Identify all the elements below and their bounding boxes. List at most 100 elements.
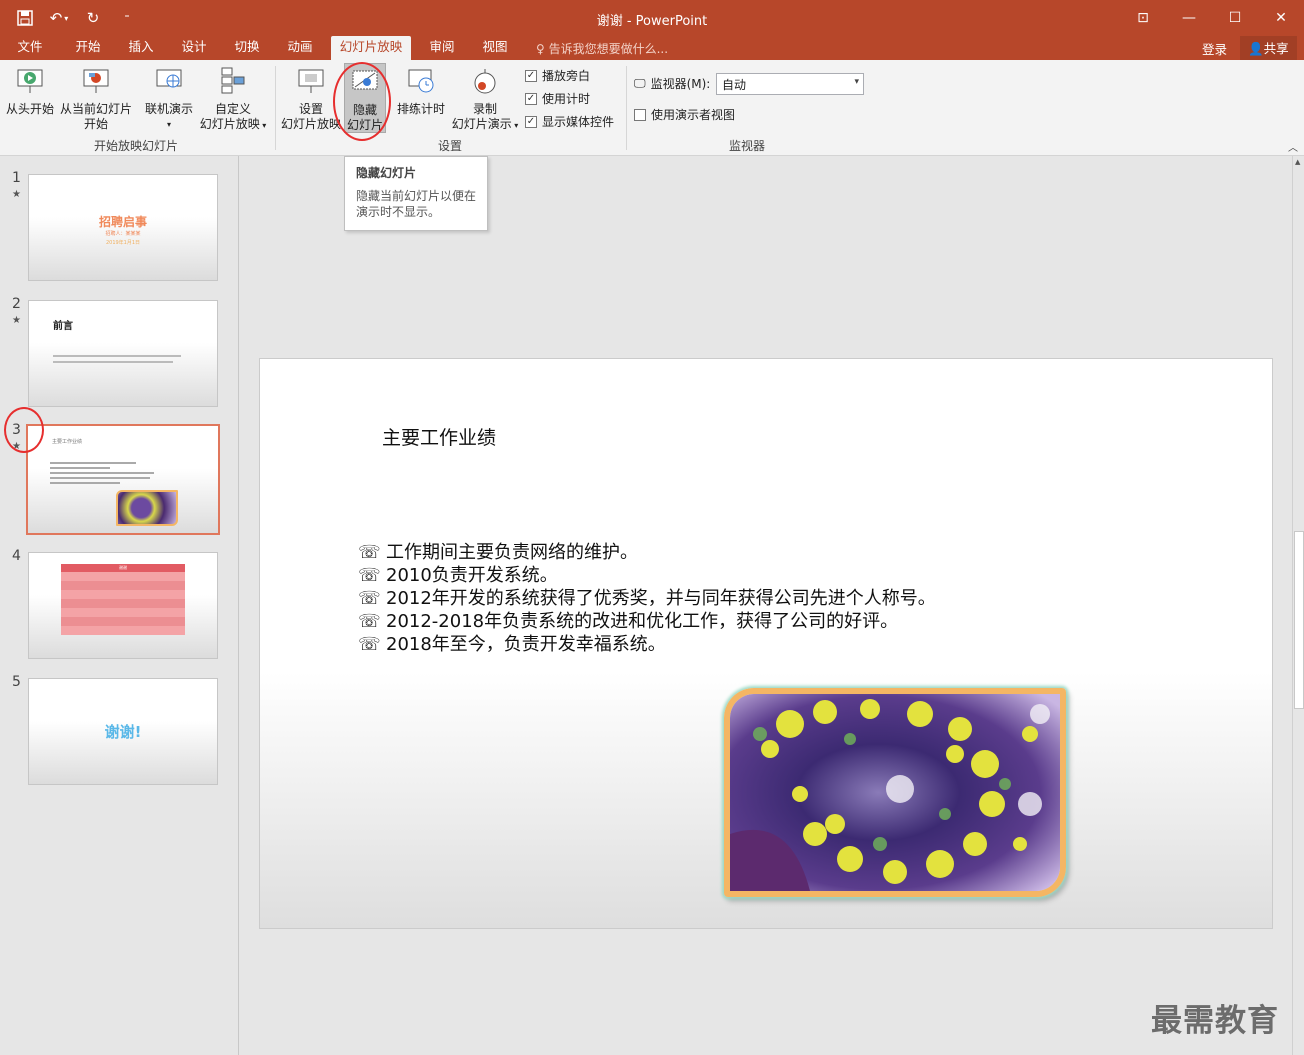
slide-title[interactable]: 主要工作业绩 xyxy=(382,423,496,450)
monitor-label: 监视器(M): xyxy=(650,77,711,91)
monitor-group-label: 监视器 xyxy=(729,139,766,153)
slide-thumbnails-pane: 1 ★ 招聘启事 招聘人：某某某 2019年1月1日 2 ★ 前言 3 ★ 主要… xyxy=(0,156,239,1055)
bullet-text: 2010负责开发系统。 xyxy=(386,565,558,586)
person-icon: 👤 xyxy=(1248,41,1264,56)
record-slideshow-button[interactable]: 录制 幻灯片演示 ▾ xyxy=(449,66,521,133)
checkbox-checked-icon: ✓ xyxy=(525,115,537,128)
from-beginning-label: 从头开始 xyxy=(5,102,54,116)
dropdown-icon: ▾ xyxy=(259,121,267,130)
rehearse-timings-icon xyxy=(408,69,434,93)
presenter-view-label: 使用演示者视图 xyxy=(651,108,736,122)
bullet-text: 2018年至今，负责开发幸福系统。 xyxy=(386,634,666,655)
text-line xyxy=(50,462,136,464)
setup-slideshow-icon xyxy=(298,69,324,93)
telephone-bullet-icon: ☏ xyxy=(358,611,381,632)
custom-slideshow-button[interactable]: 自定义 幻灯片放映 ▾ xyxy=(197,66,269,133)
tab-design[interactable]: 设计 xyxy=(172,36,216,60)
rehearse-timings-button[interactable]: 排练计时 xyxy=(394,66,448,117)
tell-me-box[interactable]: ♀ 告诉我您想要做什么... xyxy=(536,40,668,57)
tab-insert[interactable]: 插入 xyxy=(119,36,163,60)
telephone-bullet-icon: ☏ xyxy=(358,588,381,609)
thumb-title: 招聘启事 xyxy=(98,215,147,229)
watermark-logo: 最需教育 xyxy=(1151,1003,1279,1039)
share-button[interactable]: 👤共享 xyxy=(1240,36,1297,60)
present-online-button[interactable]: 联机演示 ▾ xyxy=(142,66,196,132)
thumb-title: 前言 xyxy=(53,321,73,332)
dropdown-icon: ▾ xyxy=(511,121,519,130)
collapse-ribbon-icon[interactable]: ︿ xyxy=(1288,139,1298,154)
play-narrations-checkbox[interactable]: ✓ 播放旁白 xyxy=(525,67,590,84)
tab-home[interactable]: 开始 xyxy=(66,36,110,60)
scroll-up-icon[interactable]: ▲ xyxy=(1295,158,1300,166)
presenter-view-checkbox[interactable]: 使用演示者视图 xyxy=(634,106,735,123)
text-line xyxy=(50,477,150,479)
slide-number: 2 xyxy=(12,296,21,312)
thumb-table xyxy=(61,564,185,635)
login-link[interactable]: 登录 xyxy=(1202,39,1227,58)
list-item: ☏ 2010负责开发系统。 xyxy=(358,564,936,587)
minimize-icon[interactable]: — xyxy=(1166,0,1212,36)
slide-thumbnail-2[interactable]: 前言 xyxy=(28,300,218,407)
lightbulb-icon: ♀ xyxy=(536,42,549,56)
slide-picture[interactable] xyxy=(724,688,1066,897)
slide-thumbnail-3[interactable]: 主要工作业绩 xyxy=(26,424,220,535)
slide-thumbnail-4[interactable]: 谢谢 xyxy=(28,552,218,659)
from-current-label-2: 开始 xyxy=(83,117,108,131)
ribbon-display-options-icon[interactable]: ⊡ xyxy=(1120,0,1166,36)
tab-transitions[interactable]: 切换 xyxy=(225,36,269,60)
from-beginning-button[interactable]: 从头开始 xyxy=(4,66,56,117)
thumb-title: 主要工作业绩 xyxy=(52,439,83,445)
ribbon-tabs: 文件 开始 插入 设计 切换 动画 幻灯片放映 审阅 视图 ♀ 告诉我您想要做什… xyxy=(0,36,1304,60)
maximize-icon[interactable]: ☐ xyxy=(1212,0,1258,36)
thumb-picture xyxy=(116,490,178,526)
custom-slideshow-label-2: 幻灯片放映 xyxy=(199,117,260,131)
slide-number: 1 xyxy=(12,170,21,186)
slide-bullet-list[interactable]: ☏ 工作期间主要负责网络的维护。 ☏ 2010负责开发系统。 ☏ 2012年开发的系统… xyxy=(358,541,936,656)
from-current-button[interactable]: 从当前幻灯片 开始 xyxy=(58,66,134,132)
dropdown-icon: ▾ xyxy=(166,120,171,129)
scrollbar-thumb[interactable] xyxy=(1294,531,1304,709)
text-line xyxy=(50,482,120,484)
bullet-text: 工作期间主要负责网络的维护。 xyxy=(386,542,638,563)
thumb-title: 谢谢! xyxy=(104,723,142,741)
group-separator xyxy=(275,66,276,150)
list-item: ☏ 2018年至今，负责开发幸福系统。 xyxy=(358,633,936,656)
tooltip-title: 隐藏幻灯片 xyxy=(356,166,417,180)
use-timings-checkbox[interactable]: ✓ 使用计时 xyxy=(525,90,590,107)
from-current-label-1: 从当前幻灯片 xyxy=(59,102,132,116)
tab-view[interactable]: 视图 xyxy=(473,36,517,60)
window-title: 谢谢 - PowerPoint xyxy=(596,14,708,29)
show-media-controls-checkbox[interactable]: ✓ 显示媒体控件 xyxy=(525,113,614,130)
present-online-icon xyxy=(156,69,182,88)
text-line xyxy=(53,355,181,357)
tab-review[interactable]: 审阅 xyxy=(420,36,464,60)
monitor-select[interactable]: 自动 ▾ xyxy=(716,73,864,95)
tab-animations[interactable]: 动画 xyxy=(278,36,322,60)
record-label-2-row: 幻灯片演示 ▾ xyxy=(449,117,521,133)
telephone-bullet-icon: ☏ xyxy=(358,542,381,563)
tell-me-text: 告诉我您想要做什么... xyxy=(548,42,669,56)
slide-thumbnail-5[interactable]: 谢谢! xyxy=(28,678,218,785)
share-label: 共享 xyxy=(1263,41,1289,56)
custom-slideshow-icon xyxy=(221,67,245,94)
group-separator xyxy=(626,66,627,150)
rehearse-label: 排练计时 xyxy=(396,102,445,116)
animation-star-icon: ★ xyxy=(12,315,21,326)
list-item: ☏ 工作期间主要负责网络的维护。 xyxy=(358,541,936,564)
vertical-scrollbar[interactable]: ▲ xyxy=(1292,156,1304,1055)
tab-file[interactable]: 文件 xyxy=(8,36,52,60)
thumb-subtitle: 招聘人：某某某 xyxy=(105,231,141,237)
thumb-table-title: 谢谢 xyxy=(119,565,127,570)
record-icon xyxy=(474,69,496,94)
tab-slideshow[interactable]: 幻灯片放映 xyxy=(331,36,411,60)
play-from-current-icon xyxy=(83,69,109,93)
use-timings-label: 使用计时 xyxy=(542,92,591,106)
custom-slideshow-label-1: 自定义 xyxy=(214,102,251,116)
window-controls: ⊡ — ☐ ✕ xyxy=(1120,0,1304,36)
current-slide[interactable]: 主要工作业绩 ☏ 工作期间主要负责网络的维护。 ☏ 2010负责开发系统。 ☏ 201… xyxy=(259,358,1273,929)
close-icon[interactable]: ✕ xyxy=(1258,0,1304,36)
bullet-text: 2012年开发的系统获得了优秀奖，并与同年获得公司先进个人称号。 xyxy=(386,588,936,609)
ribbon: 从头开始 从当前幻灯片 开始 联机演示 ▾ 自定义 幻灯片放映 ▾ 开始放映幻灯… xyxy=(0,60,1304,156)
show-media-controls-label: 显示媒体控件 xyxy=(542,115,615,129)
slide-thumbnail-1[interactable]: 招聘启事 招聘人：某某某 2019年1月1日 xyxy=(28,174,218,281)
